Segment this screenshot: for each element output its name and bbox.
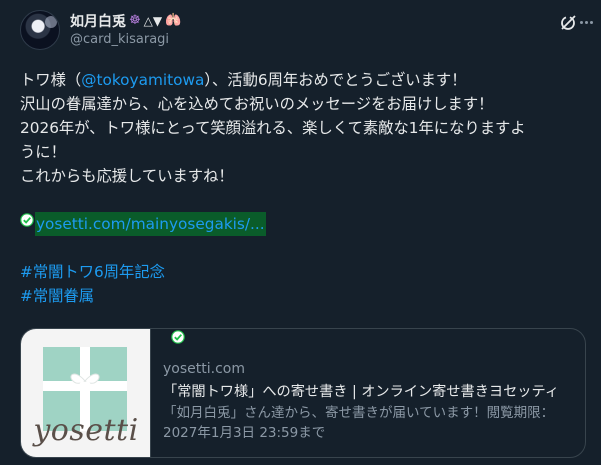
check-icon bbox=[171, 330, 185, 344]
link-preview-card[interactable]: yosetti yosetti.com 「常闇トワ様」への寄せ書き | オンライ… bbox=[20, 328, 586, 458]
lungs-emoji: 🫁 bbox=[165, 13, 182, 28]
post-link[interactable]: yosetti.com/mainyosegakis/... bbox=[35, 212, 266, 236]
check-icon bbox=[20, 213, 34, 227]
more-icon[interactable] bbox=[576, 12, 596, 32]
hashtag-link[interactable]: #常闇トワ6周年記念 bbox=[20, 263, 165, 281]
name-line: 如月白兎 ☸ △▼ 🫁 bbox=[70, 11, 181, 31]
text-span: ）、活動6周年おめでとうございます！ bbox=[204, 71, 467, 89]
card-meta: yosetti.com 「常闇トワ様」への寄せ書き | オンライン寄せ書きヨセッ… bbox=[163, 359, 583, 443]
hashtag-line-2: #常闇眷属 bbox=[20, 284, 586, 308]
post-line-4: うに！ bbox=[20, 143, 66, 161]
avatar[interactable] bbox=[20, 10, 60, 50]
gift-bow-icon bbox=[70, 373, 100, 391]
hashtag-line-1: #常闇トワ6周年記念 bbox=[20, 260, 586, 284]
link-line: yosetti.com/mainyosegakis/... bbox=[20, 212, 586, 236]
post-line-1: トワ様（@tokoyamitowa）、活動6周年おめでとうございます！ bbox=[20, 68, 586, 92]
card-description: 「如月白兎」さん達から、寄せ書きが届いています！閲覧期限：2027年1月3日 2… bbox=[163, 405, 555, 441]
dharma-wheel-emoji: ☸ bbox=[129, 13, 141, 28]
display-name[interactable]: 如月白兎 bbox=[70, 11, 126, 31]
triangles-emoji: △▼ bbox=[143, 14, 163, 28]
text-span: トワ様（ bbox=[20, 71, 82, 89]
card-title[interactable]: 「常闇トワ様」への寄せ書き | オンライン寄せ書きヨセッティ bbox=[163, 381, 583, 403]
card-thumbnail[interactable]: yosetti bbox=[21, 329, 151, 457]
post-header: 如月白兎 ☸ △▼ 🫁 @card_kisaragi bbox=[20, 10, 593, 58]
post-text: トワ様（@tokoyamitowa）、活動6周年おめでとうございます！ 沢山の眷… bbox=[20, 68, 586, 308]
card-domain: yosetti.com bbox=[163, 361, 245, 377]
yosetti-logo: yosetti bbox=[33, 413, 139, 448]
post-line-3: 2026年が、トワ様にとって笑顔溢れる、楽しくて素敵な1年になりますよ bbox=[20, 119, 526, 137]
post-line-2: 沢山の眷属達から、心を込めてお祝いのメッセージをお届けします！ bbox=[20, 95, 494, 113]
user-handle[interactable]: @card_kisaragi bbox=[70, 32, 169, 47]
post-line-5: これからも応援していますね！ bbox=[20, 167, 234, 185]
hashtag-link[interactable]: #常闇眷属 bbox=[20, 287, 94, 305]
mention-link[interactable]: @tokoyamitowa bbox=[81, 71, 204, 89]
grok-icon[interactable] bbox=[558, 13, 578, 33]
